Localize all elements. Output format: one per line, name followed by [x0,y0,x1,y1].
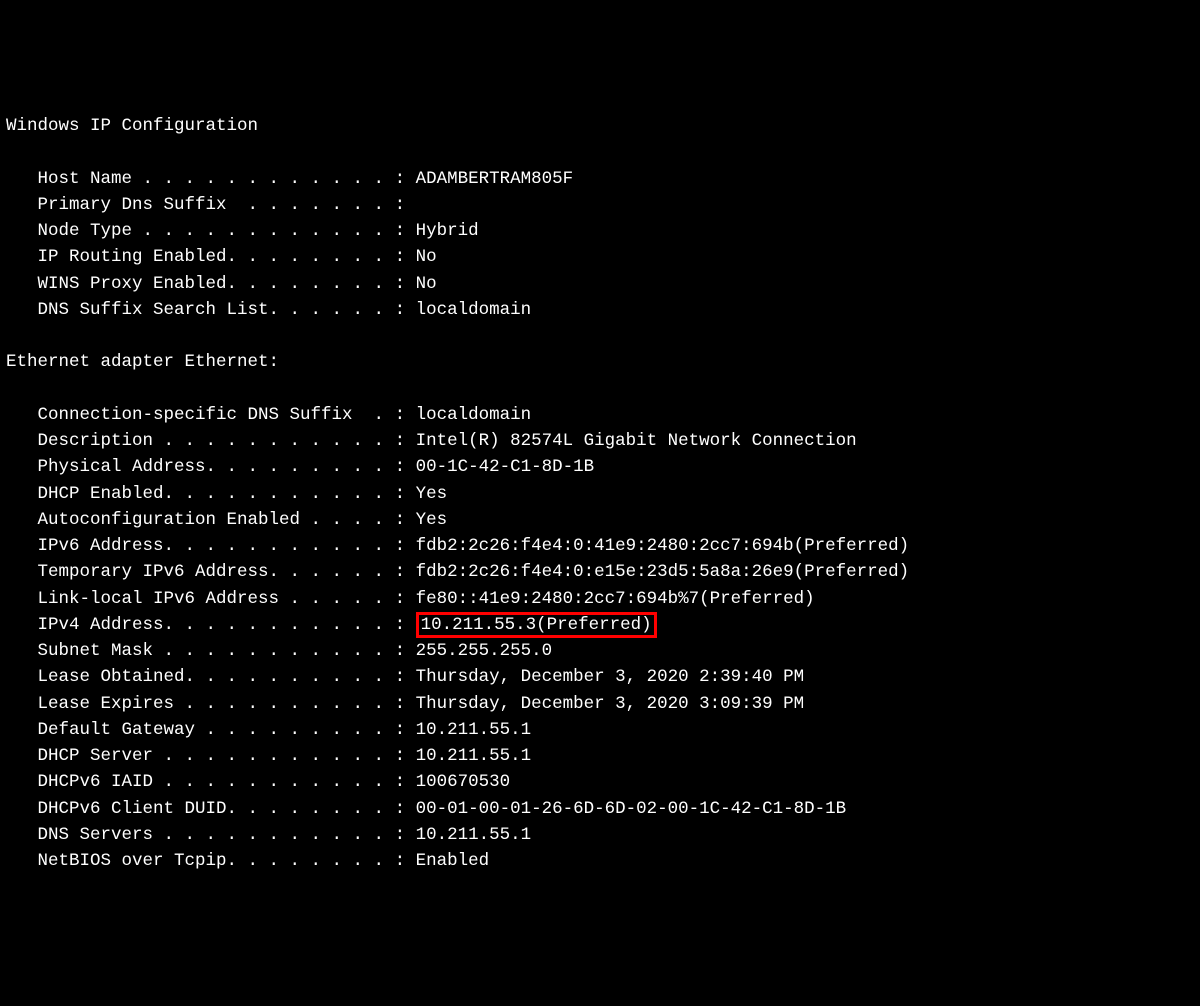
node-type-value: Hybrid [416,221,479,241]
link-local-ipv6-value: fe80::41e9:2480:2cc7:694b%7(Preferred) [416,589,815,609]
ip-routing-line: IP Routing Enabled. . . . . . . . : No [6,244,1194,270]
description-line: Description . . . . . . . . . . . : Inte… [6,428,1194,454]
dhcp-enabled-value: Yes [416,484,448,504]
dhcpv6-duid-line: DHCPv6 Client DUID. . . . . . . . : 00-0… [6,796,1194,822]
default-gateway-value: 10.211.55.1 [416,720,532,740]
ipv4-address-value: 10.211.55.3(Preferred) [421,615,652,635]
ipv4-address-line: IPv4 Address. . . . . . . . . . . : 10.2… [6,612,1194,638]
ipv6-address-line: IPv6 Address. . . . . . . . . . . : fdb2… [6,533,1194,559]
host-name-line: Host Name . . . . . . . . . . . . : ADAM… [6,166,1194,192]
link-local-ipv6-line: Link-local IPv6 Address . . . . . : fe80… [6,586,1194,612]
netbios-value: Enabled [416,851,490,871]
blank-line [6,376,1194,402]
wins-proxy-line: WINS Proxy Enabled. . . . . . . . : No [6,271,1194,297]
ipv6-address-value: fdb2:2c26:f4e4:0:41e9:2480:2cc7:694b(Pre… [416,536,910,556]
autoconfig-value: Yes [416,510,448,530]
wins-proxy-value: No [416,274,437,294]
lease-obtained-line: Lease Obtained. . . . . . . . . . : Thur… [6,664,1194,690]
dhcpv6-duid-value: 00-01-00-01-26-6D-6D-02-00-1C-42-C1-8D-1… [416,799,847,819]
autoconfig-line: Autoconfiguration Enabled . . . . : Yes [6,507,1194,533]
conn-dns-suffix-value: localdomain [416,405,532,425]
dns-suffix-search-line: DNS Suffix Search List. . . . . . : loca… [6,297,1194,323]
temp-ipv6-value: fdb2:2c26:f4e4:0:e15e:23d5:5a8a:26e9(Pre… [416,562,910,582]
header-line: Windows IP Configuration [6,113,1194,139]
dns-servers-value: 10.211.55.1 [416,825,532,845]
subnet-mask-line: Subnet Mask . . . . . . . . . . . : 255.… [6,638,1194,664]
subnet-mask-value: 255.255.255.0 [416,641,553,661]
physical-address-value: 00-1C-42-C1-8D-1B [416,457,595,477]
description-value: Intel(R) 82574L Gigabit Network Connecti… [416,431,857,451]
adapter-header-line: Ethernet adapter Ethernet: [6,349,1194,375]
temp-ipv6-line: Temporary IPv6 Address. . . . . . : fdb2… [6,559,1194,585]
lease-expires-line: Lease Expires . . . . . . . . . . : Thur… [6,691,1194,717]
physical-address-line: Physical Address. . . . . . . . . : 00-1… [6,454,1194,480]
dhcp-server-value: 10.211.55.1 [416,746,532,766]
terminal-output: Windows IP Configuration Host Name . . .… [6,113,1194,874]
netbios-line: NetBIOS over Tcpip. . . . . . . . : Enab… [6,848,1194,874]
dhcpv6-iaid-value: 100670530 [416,772,511,792]
default-gateway-line: Default Gateway . . . . . . . . . : 10.2… [6,717,1194,743]
dns-servers-line: DNS Servers . . . . . . . . . . . : 10.2… [6,822,1194,848]
ip-routing-value: No [416,247,437,267]
ipv4-address-highlight: 10.211.55.3(Preferred) [416,612,657,638]
blank-line [6,323,1194,349]
dhcp-enabled-line: DHCP Enabled. . . . . . . . . . . : Yes [6,481,1194,507]
lease-obtained-value: Thursday, December 3, 2020 2:39:40 PM [416,667,805,687]
primary-dns-suffix-line: Primary Dns Suffix . . . . . . . : [6,192,1194,218]
host-name-value: ADAMBERTRAM805F [416,169,574,189]
node-type-line: Node Type . . . . . . . . . . . . : Hybr… [6,218,1194,244]
blank-line [6,139,1194,165]
conn-dns-suffix-line: Connection-specific DNS Suffix . : local… [6,402,1194,428]
lease-expires-value: Thursday, December 3, 2020 3:09:39 PM [416,694,805,714]
dns-suffix-search-value: localdomain [416,300,532,320]
dhcpv6-iaid-line: DHCPv6 IAID . . . . . . . . . . . : 1006… [6,769,1194,795]
dhcp-server-line: DHCP Server . . . . . . . . . . . : 10.2… [6,743,1194,769]
